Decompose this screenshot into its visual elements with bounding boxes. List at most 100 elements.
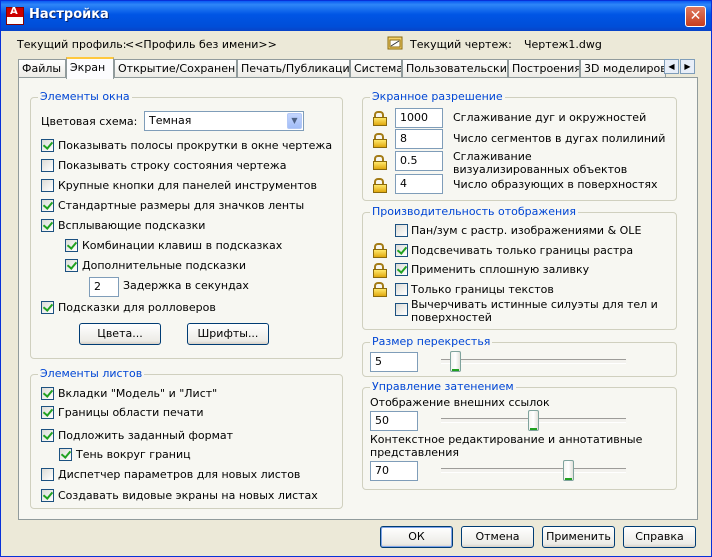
- title-bar[interactable]: A Настройка ✕: [1, 1, 711, 31]
- checkbox-text-boundary[interactable]: [395, 283, 408, 296]
- checkbox-rollover-tooltips[interactable]: [41, 301, 54, 314]
- arc-smoothness-input[interactable]: 1000: [395, 108, 443, 128]
- close-button[interactable]: ✕: [685, 6, 706, 27]
- xref-fade-label: Отображение внешних ссылок: [370, 396, 550, 409]
- checkbox-pan-zoom-raster-label: Пан/зум с растр. изображениями & OLE: [411, 224, 642, 237]
- checkbox-rollover-tooltips-label: Подсказки для ролловеров: [58, 301, 216, 314]
- display-performance-title: Производительность отображения: [370, 205, 579, 218]
- fade-control-title: Управление затенением: [370, 380, 516, 393]
- contour-lines-label: Число образующих в поверхностях: [453, 178, 658, 191]
- profile-label: Текущий профиль:: [17, 38, 127, 51]
- checkbox-raster-frame[interactable]: [395, 244, 408, 257]
- xref-fade-input[interactable]: 50: [370, 411, 418, 431]
- arc-smoothness-label: Сглаживание дуг и окружностей: [453, 111, 647, 124]
- options-dialog: A Настройка ✕ Текущий профиль: <<Профиль…: [0, 0, 712, 557]
- checkbox-paper-shadow[interactable]: [59, 448, 72, 461]
- crosshair-slider-track[interactable]: [441, 359, 626, 364]
- checkbox-extended-tooltips-label: Дополнительные подсказки: [82, 259, 247, 272]
- tab-scroll-arrows: ◀ ▶: [664, 59, 696, 75]
- delay-seconds-input[interactable]: 2: [89, 277, 119, 297]
- lock-icon: [373, 263, 387, 278]
- rendered-smoothness-input[interactable]: 0.5: [395, 151, 443, 171]
- crosshair-size-title: Размер перекрестья: [370, 335, 493, 348]
- checkbox-text-boundary-label: Только границы текстов: [411, 283, 554, 296]
- checkbox-ribbon-icons[interactable]: [41, 199, 54, 212]
- inplace-edit-slider-track[interactable]: [441, 468, 626, 473]
- checkbox-paper-background-label: Подложить заданный формат: [58, 429, 234, 442]
- checkbox-create-viewports-label: Создавать видовые экраны на новых листах: [58, 489, 318, 502]
- display-resolution-title: Экранное разрешение: [370, 90, 505, 103]
- tab-plot-publish[interactable]: Печать/Публикация: [237, 59, 350, 77]
- tab-files[interactable]: Файлы: [18, 59, 66, 77]
- fonts-button[interactable]: Шрифты...: [187, 323, 269, 345]
- autocad-app-icon: A: [6, 6, 24, 25]
- xref-fade-slider-thumb[interactable]: [528, 410, 539, 431]
- checkbox-tooltips[interactable]: [41, 219, 54, 232]
- help-button[interactable]: Справка: [623, 526, 696, 548]
- lock-icon: [373, 155, 387, 170]
- checkbox-shortcut-keys[interactable]: [65, 239, 78, 252]
- color-scheme-value: Темная: [149, 114, 192, 127]
- checkbox-scrollbars-label: Показывать полосы прокрутки в окне черте…: [58, 139, 333, 152]
- checkbox-extended-tooltips[interactable]: [65, 259, 78, 272]
- checkbox-true-silhouettes-label: Вычерчивать истинные силуэты для тел и п…: [411, 298, 658, 324]
- checkbox-tooltips-label: Всплывающие подсказки: [58, 219, 206, 232]
- tab-scroll-right-icon[interactable]: ▶: [680, 59, 695, 74]
- tab-3d-modeling[interactable]: 3D моделирова: [580, 59, 666, 77]
- checkbox-solid-fill[interactable]: [395, 263, 408, 276]
- profile-value: <<Профиль без имени>>: [125, 38, 277, 51]
- ok-button[interactable]: ОК: [380, 526, 453, 548]
- checkbox-raster-frame-label: Подсвечивать только границы растра: [411, 244, 634, 257]
- checkbox-paper-background[interactable]: [41, 429, 54, 442]
- tab-open-save[interactable]: Открытие/Сохранение: [114, 59, 237, 77]
- checkbox-layout-tabs[interactable]: [41, 387, 54, 400]
- apply-button[interactable]: Применить: [542, 526, 615, 548]
- tab-user-preferences[interactable]: Пользовательские: [402, 59, 508, 77]
- tab-system[interactable]: Система: [350, 59, 402, 77]
- lock-icon: [373, 282, 387, 297]
- tab-scroll-left-icon[interactable]: ◀: [664, 59, 679, 74]
- checkbox-true-silhouettes[interactable]: [395, 303, 408, 316]
- drawing-label: Текущий чертеж:: [410, 38, 512, 51]
- polyline-segments-input[interactable]: 8: [395, 129, 443, 149]
- checkbox-paper-shadow-label: Тень вокруг границ: [76, 448, 191, 461]
- crosshair-size-input[interactable]: 5: [370, 352, 418, 372]
- chevron-down-icon[interactable]: ▼: [287, 113, 302, 129]
- lock-icon: [373, 111, 387, 126]
- checkbox-printable-area-label: Границы области печати: [58, 406, 204, 419]
- drawing-file-icon: [387, 36, 403, 50]
- checkbox-page-setup-manager-label: Диспетчер параметров для новых листов: [58, 468, 301, 481]
- cancel-button[interactable]: Отмена: [461, 526, 534, 548]
- checkbox-page-setup-manager[interactable]: [41, 468, 54, 481]
- inplace-edit-fade-label: Контекстное редактирование и аннотативны…: [370, 433, 643, 459]
- colors-button[interactable]: Цвета...: [79, 323, 161, 345]
- checkbox-scrollbars[interactable]: [41, 139, 54, 152]
- tab-drafting[interactable]: Построения: [508, 59, 580, 77]
- lock-icon: [373, 243, 387, 258]
- checkbox-pan-zoom-raster[interactable]: [395, 224, 408, 237]
- contour-lines-input[interactable]: 4: [395, 174, 443, 194]
- crosshair-slider-thumb[interactable]: [449, 351, 461, 372]
- checkbox-create-viewports[interactable]: [41, 489, 54, 502]
- layout-elements-title: Элементы листов: [38, 367, 145, 380]
- lock-icon: [373, 133, 387, 148]
- checkbox-layout-tabs-label: Вкладки "Модель" и "Лист": [58, 387, 218, 400]
- window-title: Настройка: [29, 7, 109, 22]
- inplace-edit-slider-thumb[interactable]: [562, 460, 574, 481]
- lock-icon: [373, 178, 387, 193]
- delay-seconds-label: Задержка в секундах: [123, 279, 249, 292]
- checkbox-large-buttons-label: Крупные кнопки для панелей инструментов: [58, 179, 317, 192]
- checkbox-shortcut-keys-label: Комбинации клавиш в подсказках: [82, 239, 283, 252]
- tab-display[interactable]: Экран: [66, 57, 114, 79]
- inplace-edit-fade-input[interactable]: 70: [370, 461, 418, 481]
- color-scheme-select[interactable]: Темная ▼: [144, 111, 304, 131]
- checkbox-solid-fill-label: Применить сплошную заливку: [411, 263, 590, 276]
- color-scheme-label: Цветовая схема:: [41, 115, 138, 128]
- checkbox-status-bar-label: Показывать строку состояния чертежа: [58, 159, 287, 172]
- checkbox-status-bar[interactable]: [41, 159, 54, 172]
- window-elements-title: Элементы окна: [38, 90, 132, 103]
- polyline-segments-label: Число сегментов в дугах полилиний: [453, 132, 666, 145]
- checkbox-printable-area[interactable]: [41, 406, 54, 419]
- checkbox-large-buttons[interactable]: [41, 179, 54, 192]
- rendered-smoothness-label: Сглаживание визуализированных объектов: [453, 150, 628, 176]
